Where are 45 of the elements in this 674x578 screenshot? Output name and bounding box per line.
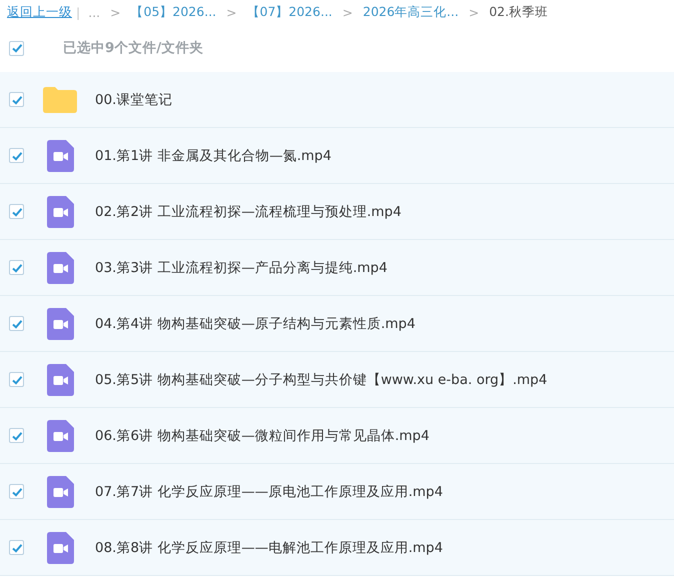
file-checkbox[interactable] — [9, 148, 24, 163]
separator: | — [76, 4, 80, 20]
video-file-icon — [46, 140, 74, 172]
file-checkbox[interactable] — [9, 204, 24, 219]
video-file-icon — [46, 476, 74, 508]
file-row[interactable]: 04.第4讲 物构基础突破—原子结构与元素性质.mp4 — [0, 296, 674, 352]
file-checkbox[interactable] — [9, 540, 24, 555]
file-name: 00.课堂笔记 — [95, 90, 172, 108]
file-name: 05.第5讲 物构基础突破—分子构型与共价键【www.xu e-ba. org】.mp4 — [95, 370, 548, 388]
select-all-checkbox[interactable] — [9, 40, 24, 56]
back-link[interactable]: 返回上一级 — [7, 4, 72, 20]
video-file-icon — [46, 252, 74, 284]
file-checkbox[interactable] — [9, 316, 24, 331]
file-name: 06.第6讲 物构基础突破—微粒间作用与常见晶体.mp4 — [95, 426, 430, 444]
file-row[interactable]: 06.第6讲 物构基础突破—微粒间作用与常见晶体.mp4 — [0, 408, 674, 464]
video-file-icon — [46, 196, 74, 228]
breadcrumb-arrow: > — [342, 4, 353, 20]
file-checkbox[interactable] — [9, 92, 24, 107]
file-name: 08.第8讲 化学反应原理——电解池工作原理及应用.mp4 — [95, 538, 443, 556]
video-file-icon — [46, 308, 74, 340]
breadcrumb-arrow: > — [226, 4, 237, 20]
current-folder-name: 02.秋季班 — [489, 4, 548, 20]
breadcrumb-arrow: > — [468, 4, 480, 20]
file-row[interactable]: 07.第7讲 化学反应原理——原电池工作原理及应用.mp4 — [0, 464, 674, 520]
file-checkbox[interactable] — [9, 484, 24, 499]
folder-icon — [43, 86, 77, 112]
video-file-icon — [46, 364, 74, 396]
breadcrumb-arrow: > — [110, 4, 121, 20]
video-file-icon — [46, 532, 74, 564]
file-row[interactable]: 05.第5讲 物构基础突破—分子构型与共价键【www.xu e-ba. org】.mp4 — [0, 352, 674, 408]
file-row[interactable]: 02.第2讲 工业流程初探—流程梳理与预处理.mp4 — [0, 184, 674, 240]
file-name: 07.第7讲 化学反应原理——原电池工作原理及应用.mp4 — [95, 482, 443, 500]
file-checkbox[interactable] — [9, 372, 24, 387]
video-file-icon — [46, 420, 74, 452]
file-name: 04.第4讲 物构基础突破—原子结构与元素性质.mp4 — [95, 314, 416, 332]
file-checkbox[interactable] — [9, 260, 24, 275]
file-name: 02.第2讲 工业流程初探—流程梳理与预处理.mp4 — [95, 202, 402, 220]
file-name: 01.第1讲 非金属及其化合物—氮.mp4 — [95, 146, 332, 164]
file-row[interactable]: 03.第3讲 工业流程初探—产品分离与提纯.mp4 — [0, 240, 674, 296]
file-checkbox[interactable] — [9, 428, 24, 443]
file-row[interactable]: 00.课堂笔记 — [0, 72, 674, 128]
file-row[interactable]: 01.第1讲 非金属及其化合物—氮.mp4 — [0, 128, 674, 184]
selection-count: 已选中9个文件/文件夹 — [63, 39, 204, 57]
file-name: 03.第3讲 工业流程初探—产品分离与提纯.mp4 — [95, 258, 388, 276]
file-row[interactable]: 08.第8讲 化学反应原理——电解池工作原理及应用.mp4 — [0, 520, 674, 576]
